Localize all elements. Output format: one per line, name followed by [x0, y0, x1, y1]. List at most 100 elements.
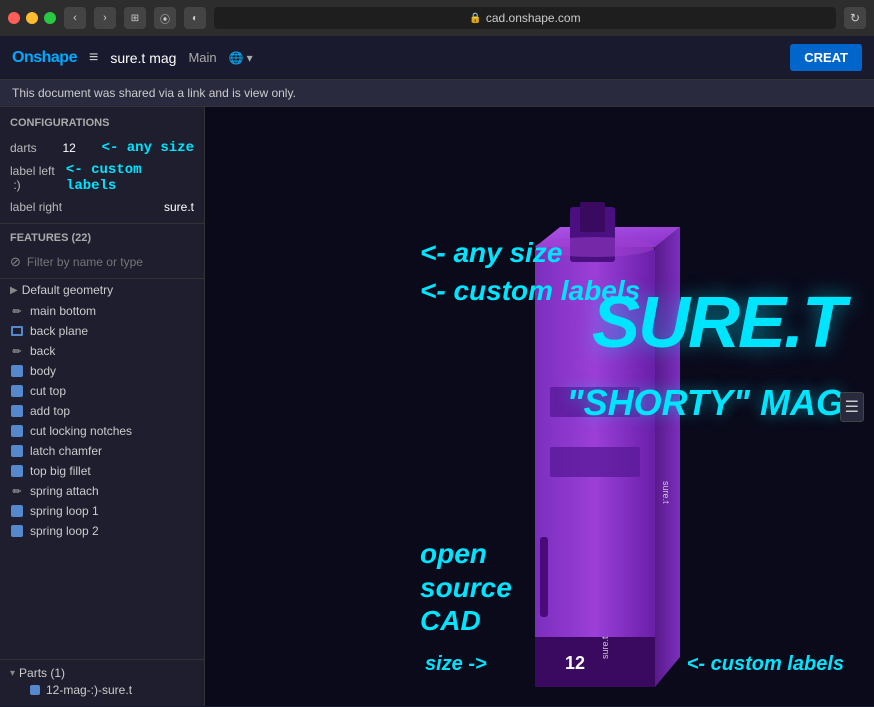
app-header: Onshape ≡ sure.t mag Main 🌐 ▾ CREAT [0, 36, 874, 80]
config-row-label-left: label left :) <- custom labels [10, 159, 194, 197]
minimize-button[interactable] [26, 12, 38, 24]
cube-icon-cut-top [10, 384, 24, 398]
titlebar: ‹ › ⊞ ⦿ ◐ 🔒 cad.onshape.com ↻ [0, 0, 874, 36]
svg-text:sure.t: sure.t [661, 481, 671, 504]
chevron-down-icon: ▾ [10, 668, 15, 679]
default-geometry-item[interactable]: ▶ Default geometry [0, 279, 204, 301]
feature-cut-top[interactable]: cut top [0, 381, 204, 401]
feature-label-add-top: add top [30, 404, 70, 418]
globe-button[interactable]: 🌐 ▾ [229, 51, 253, 65]
feature-latch-chamfer[interactable]: latch chamfer [0, 441, 204, 461]
feature-top-big-fillet[interactable]: top big fillet [0, 461, 204, 481]
cube-icon-spring1 [10, 504, 24, 518]
parts-title: Parts (1) [19, 666, 65, 680]
document-tab[interactable]: Main [188, 50, 216, 65]
svg-text:sure.t: sure.t [600, 636, 610, 659]
pencil-icon-spring: ✏ [10, 484, 24, 498]
pencil-icon-main-bottom: ✏ [10, 304, 24, 318]
feature-label-cut-locking: cut locking notches [30, 424, 132, 438]
chevron-right-icon: ▶ [10, 285, 18, 296]
feature-cut-locking-notches[interactable]: cut locking notches [0, 421, 204, 441]
custom-labels-bottom-label: <- custom labels [687, 653, 844, 676]
features-header: Features (22) [0, 232, 204, 250]
cube-icon-spring2 [10, 524, 24, 538]
globe-icon: 🌐 [229, 51, 244, 65]
brand-suret: SURE.T [592, 287, 844, 359]
document-title: sure.t mag [110, 50, 176, 66]
feature-add-top[interactable]: add top [0, 401, 204, 421]
maximize-button[interactable] [44, 12, 56, 24]
config-value-darts: 12 [62, 141, 75, 155]
part-item-mag[interactable]: 12-mag-:)-sure.t [10, 680, 194, 700]
hamburger-menu[interactable]: ≡ [89, 49, 98, 67]
shared-notice: This document was shared via a link and … [0, 80, 874, 107]
tab-icon: ⊞ [124, 7, 146, 29]
viewport: 12 sure.t sure.t <- any size <- custom l… [205, 107, 874, 706]
feature-spring-loop-2[interactable]: spring loop 2 [0, 521, 204, 541]
feature-label-spring2: spring loop 2 [30, 524, 99, 538]
config-label-darts: darts [10, 141, 37, 155]
refresh-button[interactable]: ↻ [844, 7, 866, 29]
pencil-icon-back: ✏ [10, 344, 24, 358]
feature-label-fillet: top big fillet [30, 464, 91, 478]
feature-spring-loop-1[interactable]: spring loop 1 [0, 501, 204, 521]
part-label-mag: 12-mag-:)-sure.t [46, 683, 132, 697]
search-row: ⊘ [0, 250, 204, 279]
left-panel: Configurations darts 12 <- any size labe… [0, 107, 205, 706]
cube-icon-fillet [10, 464, 24, 478]
address-bar[interactable]: 🔒 cad.onshape.com [214, 7, 836, 29]
traffic-lights [8, 12, 56, 24]
annotation-custom-labels-label: <- custom labels [66, 162, 194, 194]
onshape-logo[interactable]: Onshape [12, 49, 77, 67]
feature-main-bottom[interactable]: ✏ main bottom [0, 301, 204, 321]
features-title: Features (22) [10, 232, 91, 244]
config-value-label-right: sure.t [164, 200, 194, 214]
cube-icon-latch [10, 444, 24, 458]
annotation-open-source: open source CAD [420, 537, 512, 638]
globe-arrow: ▾ [247, 51, 253, 65]
feature-back-plane[interactable]: back plane [0, 321, 204, 341]
size-arrow-label: size -> [425, 653, 487, 676]
feature-label-cut-top: cut top [30, 384, 66, 398]
feature-label-latch: latch chamfer [30, 444, 102, 458]
window-icon-3: ◐ [184, 7, 206, 29]
create-button[interactable]: CREAT [790, 44, 862, 71]
filter-icon: ⊘ [10, 254, 21, 270]
feature-label-spring-attach: spring attach [30, 484, 99, 498]
parts-header[interactable]: ▾ Parts (1) [10, 666, 194, 680]
lock-icon: 🔒 [469, 13, 481, 24]
parts-section: ▾ Parts (1) 12-mag-:)-sure.t [0, 659, 204, 706]
config-row-label-right: label right sure.t [10, 197, 194, 217]
config-label-left: label left :) [10, 164, 66, 192]
feature-label-body: body [30, 364, 56, 378]
annotation-any-size-label: <- any size [102, 140, 194, 156]
cube-icon-cut-locking [10, 424, 24, 438]
feature-body[interactable]: body [0, 361, 204, 381]
features-section: Features (22) ⊘ ▶ Default geometry ✏ mai… [0, 224, 204, 659]
feature-label-main-bottom: main bottom [30, 304, 96, 318]
cube-icon-body [10, 364, 24, 378]
configurations-title: Configurations [10, 117, 194, 129]
configurations-section: Configurations darts 12 <- any size labe… [0, 107, 204, 224]
part-cube-icon [30, 685, 40, 695]
feature-back[interactable]: ✏ back [0, 341, 204, 361]
search-input[interactable] [27, 255, 194, 269]
feature-label-back: back [30, 344, 55, 358]
cube-icon-add-top [10, 404, 24, 418]
config-row-darts: darts 12 <- any size [10, 137, 194, 159]
feature-label-back-plane: back plane [30, 324, 88, 338]
config-label-right: label right [10, 200, 62, 214]
feature-spring-attach[interactable]: ✏ spring attach [0, 481, 204, 501]
viewport-list-button[interactable]: ☰ [840, 392, 864, 422]
close-button[interactable] [8, 12, 20, 24]
feature-label-spring1: spring loop 1 [30, 504, 99, 518]
window-icon-2: ⦿ [154, 7, 176, 29]
default-geometry-label: Default geometry [22, 283, 113, 297]
back-nav-button[interactable]: ‹ [64, 7, 86, 29]
forward-nav-button[interactable]: › [94, 7, 116, 29]
svg-text:12: 12 [565, 653, 585, 673]
main-content: Configurations darts 12 <- any size labe… [0, 107, 874, 706]
annotation-any-size: <- any size [420, 237, 562, 269]
brand-shorty-mag: "SHORTY" MAG [567, 382, 845, 424]
url-text: cad.onshape.com [486, 11, 581, 25]
